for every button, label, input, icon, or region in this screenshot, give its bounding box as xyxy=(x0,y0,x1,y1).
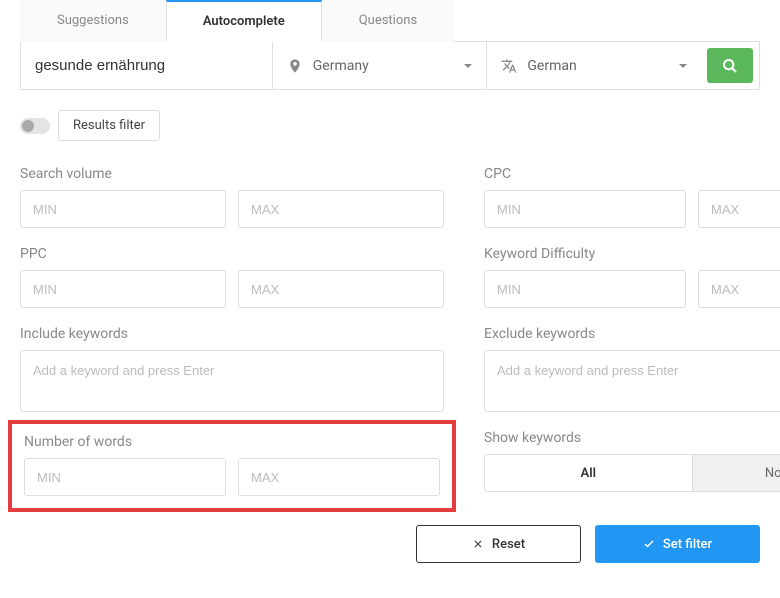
filter-keyword-difficulty: Keyword Difficulty xyxy=(484,246,780,308)
language-icon xyxy=(501,58,517,74)
tab-questions[interactable]: Questions xyxy=(322,0,454,42)
chevron-down-icon xyxy=(679,64,687,68)
cpc-max[interactable] xyxy=(698,190,780,228)
country-label: Germany xyxy=(313,58,455,74)
filter-label: Number of words xyxy=(24,434,440,450)
filter-cpc: CPC xyxy=(484,166,780,228)
cpc-min[interactable] xyxy=(484,190,686,228)
kd-min[interactable] xyxy=(484,270,686,308)
results-filter-label: Results filter xyxy=(58,110,160,141)
reset-button[interactable]: Reset xyxy=(416,525,581,563)
num-words-max[interactable] xyxy=(238,458,440,496)
filter-label: Keyword Difficulty xyxy=(484,246,780,262)
num-words-min[interactable] xyxy=(24,458,226,496)
filter-ppc: PPC xyxy=(20,246,444,308)
tab-autocomplete[interactable]: Autocomplete xyxy=(166,0,322,42)
results-filter-toggle[interactable] xyxy=(20,118,50,134)
filter-label: Search volume xyxy=(20,166,444,182)
footer-actions: Reset Set filter xyxy=(20,525,760,563)
filters-grid: Search volume CPC PPC Keyword Difficulty xyxy=(20,166,760,500)
filter-label: Show keywords xyxy=(484,430,780,446)
reset-label: Reset xyxy=(492,537,525,552)
pin-icon xyxy=(287,58,303,74)
show-kw-not-in-lists[interactable]: Not in lists xyxy=(692,455,780,491)
filter-include-keywords: Include keywords xyxy=(20,326,444,412)
tab-suggestions[interactable]: Suggestions xyxy=(20,0,166,42)
language-selector[interactable]: German xyxy=(486,42,701,89)
set-filter-button[interactable]: Set filter xyxy=(595,525,760,563)
filter-label: CPC xyxy=(484,166,780,182)
check-icon xyxy=(643,538,655,550)
filter-label: Exclude keywords xyxy=(484,326,780,342)
set-filter-label: Set filter xyxy=(663,537,712,552)
keyword-input[interactable] xyxy=(21,42,272,89)
include-keywords-input[interactable] xyxy=(21,351,443,389)
exclude-keywords-input[interactable] xyxy=(485,351,780,389)
language-label: German xyxy=(527,58,669,74)
filter-number-of-words: Number of words xyxy=(20,430,444,500)
show-kw-all[interactable]: All xyxy=(485,455,692,491)
filter-label: Include keywords xyxy=(20,326,444,342)
search-bar: Germany German xyxy=(20,42,760,90)
filter-label: PPC xyxy=(20,246,444,262)
search-icon xyxy=(722,58,738,74)
tabs: Suggestions Autocomplete Questions xyxy=(20,0,760,42)
results-filter-row: Results filter xyxy=(20,110,760,141)
filter-search-volume: Search volume xyxy=(20,166,444,228)
search-button[interactable] xyxy=(707,48,753,83)
filter-exclude-keywords: Exclude keywords xyxy=(484,326,780,412)
filter-show-keywords: Show keywords All Not in lists xyxy=(484,430,780,500)
ppc-max[interactable] xyxy=(238,270,444,308)
search-volume-min[interactable] xyxy=(20,190,226,228)
close-icon xyxy=(472,538,484,550)
kd-max[interactable] xyxy=(698,270,780,308)
chevron-down-icon xyxy=(464,64,472,68)
search-volume-max[interactable] xyxy=(238,190,444,228)
ppc-min[interactable] xyxy=(20,270,226,308)
country-selector[interactable]: Germany xyxy=(272,42,487,89)
highlight-box: Number of words xyxy=(8,420,456,512)
